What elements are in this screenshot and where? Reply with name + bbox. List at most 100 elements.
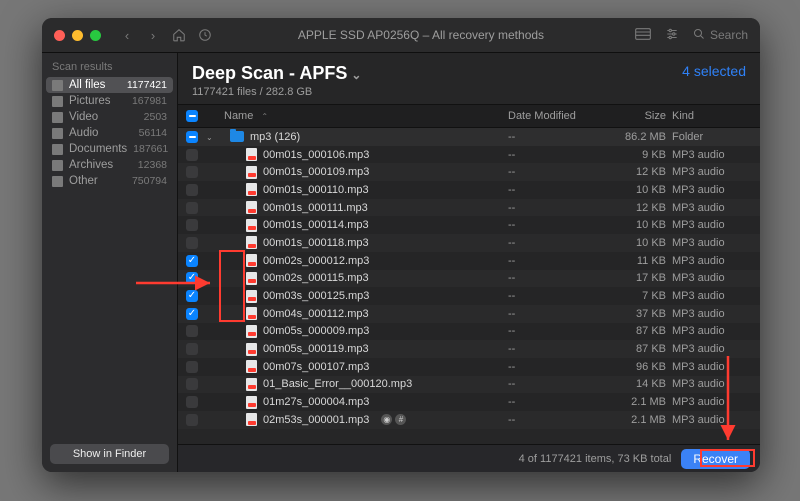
category-icon: [52, 160, 63, 171]
row-checkbox[interactable]: ✓: [186, 290, 198, 302]
table-row[interactable]: 00m01s_000109.mp3--12 KBMP3 audio: [178, 163, 760, 181]
audio-file-icon: [246, 360, 257, 373]
row-checkbox[interactable]: [186, 396, 198, 408]
info-badge-icon[interactable]: #: [395, 414, 406, 425]
settings-button[interactable]: [665, 27, 679, 44]
kind-cell: Folder: [666, 131, 760, 143]
kind-cell: MP3 audio: [666, 343, 760, 355]
history-button[interactable]: [197, 27, 213, 43]
file-name-cell: 00m03s_000125.mp3: [224, 290, 508, 303]
table-row[interactable]: 00m01s_000110.mp3--10 KBMP3 audio: [178, 181, 760, 199]
file-name-cell: 01m27s_000004.mp3: [224, 396, 508, 409]
date-cell: --: [508, 237, 600, 249]
date-cell: --: [508, 308, 600, 320]
show-in-finder-button[interactable]: Show in Finder: [50, 444, 169, 464]
column-kind[interactable]: Kind: [666, 110, 760, 122]
row-checkbox[interactable]: [186, 202, 198, 214]
sidebar-item-other[interactable]: Other750794: [46, 173, 173, 189]
table-row-folder[interactable]: ⌄mp3 (126)--86.2 MBFolder: [178, 128, 760, 146]
column-date[interactable]: Date Modified: [508, 110, 600, 122]
date-cell: --: [508, 396, 600, 408]
sidebar-item-documents[interactable]: Documents187661: [46, 141, 173, 157]
audio-file-icon: [246, 343, 257, 356]
row-checkbox[interactable]: [186, 184, 198, 196]
table-row[interactable]: ✓00m04s_000112.mp3--37 KBMP3 audio: [178, 305, 760, 323]
table-row[interactable]: 01m27s_000004.mp3--2.1 MBMP3 audio: [178, 393, 760, 411]
table-row[interactable]: 01_Basic_Error__000120.mp3--14 KBMP3 aud…: [178, 376, 760, 394]
row-checkbox[interactable]: ✓: [186, 255, 198, 267]
row-checkbox[interactable]: [186, 414, 198, 426]
audio-file-icon: [246, 148, 257, 161]
home-button[interactable]: [171, 27, 187, 43]
recover-button[interactable]: Recover: [681, 449, 750, 469]
row-checkbox[interactable]: ✓: [186, 308, 198, 320]
table-row[interactable]: ✓00m02s_000115.mp3--17 KBMP3 audio: [178, 270, 760, 288]
row-checkbox[interactable]: [186, 149, 198, 161]
table-row[interactable]: 00m07s_000107.mp3--96 KBMP3 audio: [178, 358, 760, 376]
search-input[interactable]: Search: [693, 28, 748, 43]
audio-file-icon: [246, 307, 257, 320]
row-checkbox[interactable]: [186, 378, 198, 390]
sidebar: Scan results All files1177421Pictures167…: [42, 53, 178, 472]
row-checkbox[interactable]: [186, 166, 198, 178]
row-checkbox[interactable]: [186, 343, 198, 355]
titlebar: ‹ › APPLE SSD AP0256Q – All recovery met…: [42, 18, 760, 53]
date-cell: --: [508, 166, 600, 178]
view-mode-button[interactable]: [635, 28, 651, 43]
zoom-window-button[interactable]: [90, 30, 101, 41]
sidebar-item-pictures[interactable]: Pictures167981: [46, 93, 173, 109]
forward-button[interactable]: ›: [145, 27, 161, 43]
table-row[interactable]: 02m53s_000001.mp3◉#--2.1 MBMP3 audio: [178, 411, 760, 429]
date-cell: --: [508, 325, 600, 337]
back-button[interactable]: ‹: [119, 27, 135, 43]
chevron-down-icon: ⌄: [351, 68, 361, 82]
size-cell: 10 KB: [600, 184, 666, 196]
file-name-cell: 00m07s_000107.mp3: [224, 360, 508, 373]
scan-summary: 1177421 files / 282.8 GB: [192, 86, 361, 98]
toolbar-right: Search: [623, 27, 760, 44]
column-header-row: Name⌃ Date Modified Size Kind: [178, 104, 760, 128]
audio-file-icon: [246, 378, 257, 391]
folder-icon: [230, 131, 244, 142]
size-cell: 2.1 MB: [600, 414, 666, 426]
row-checkbox[interactable]: ✓: [186, 272, 198, 284]
disclosure-triangle-icon[interactable]: ⌄: [206, 133, 213, 142]
row-checkbox[interactable]: [186, 361, 198, 373]
row-checkbox[interactable]: [186, 219, 198, 231]
file-name-cell: 00m02s_000115.mp3: [224, 272, 508, 285]
table-row[interactable]: 00m05s_000009.mp3--87 KBMP3 audio: [178, 323, 760, 341]
sidebar-item-all-files[interactable]: All files1177421: [46, 77, 173, 93]
sidebar-item-video[interactable]: Video2503: [46, 109, 173, 125]
file-name-cell: 00m05s_000119.mp3: [224, 343, 508, 356]
row-checkbox[interactable]: [186, 325, 198, 337]
file-name-cell: 00m01s_000111.mp3: [224, 201, 508, 214]
row-badges: ◉#: [381, 414, 406, 425]
table-row[interactable]: 00m01s_000106.mp3--9 KBMP3 audio: [178, 146, 760, 164]
traffic-lights: [42, 30, 113, 41]
selection-count: 4 selected: [682, 63, 746, 79]
audio-file-icon: [246, 236, 257, 249]
size-cell: 37 KB: [600, 308, 666, 320]
column-size[interactable]: Size: [600, 110, 666, 122]
table-row[interactable]: 00m01s_000114.mp3--10 KBMP3 audio: [178, 216, 760, 234]
date-cell: --: [508, 343, 600, 355]
select-all-checkbox[interactable]: [186, 110, 198, 122]
page-title[interactable]: Deep Scan - APFS ⌄: [192, 63, 361, 84]
sort-caret-icon: ⌃: [261, 112, 268, 121]
preview-badge-icon[interactable]: ◉: [381, 414, 392, 425]
file-name-cell: 01_Basic_Error__000120.mp3: [224, 378, 508, 391]
table-row[interactable]: 00m01s_000111.mp3--12 KBMP3 audio: [178, 199, 760, 217]
row-checkbox[interactable]: [186, 237, 198, 249]
audio-file-icon: [246, 183, 257, 196]
minimize-window-button[interactable]: [72, 30, 83, 41]
table-row[interactable]: 00m05s_000119.mp3--87 KBMP3 audio: [178, 340, 760, 358]
table-row[interactable]: ✓00m02s_000012.mp3--11 KBMP3 audio: [178, 252, 760, 270]
sidebar-item-archives[interactable]: Archives12368: [46, 157, 173, 173]
table-row[interactable]: ✓00m03s_000125.mp3--7 KBMP3 audio: [178, 287, 760, 305]
close-window-button[interactable]: [54, 30, 65, 41]
table-row[interactable]: 00m01s_000118.mp3--10 KBMP3 audio: [178, 234, 760, 252]
sidebar-item-audio[interactable]: Audio56114: [46, 125, 173, 141]
column-name[interactable]: Name⌃: [224, 110, 508, 122]
row-checkbox[interactable]: [186, 131, 198, 143]
nav-controls: ‹ ›: [113, 27, 219, 43]
